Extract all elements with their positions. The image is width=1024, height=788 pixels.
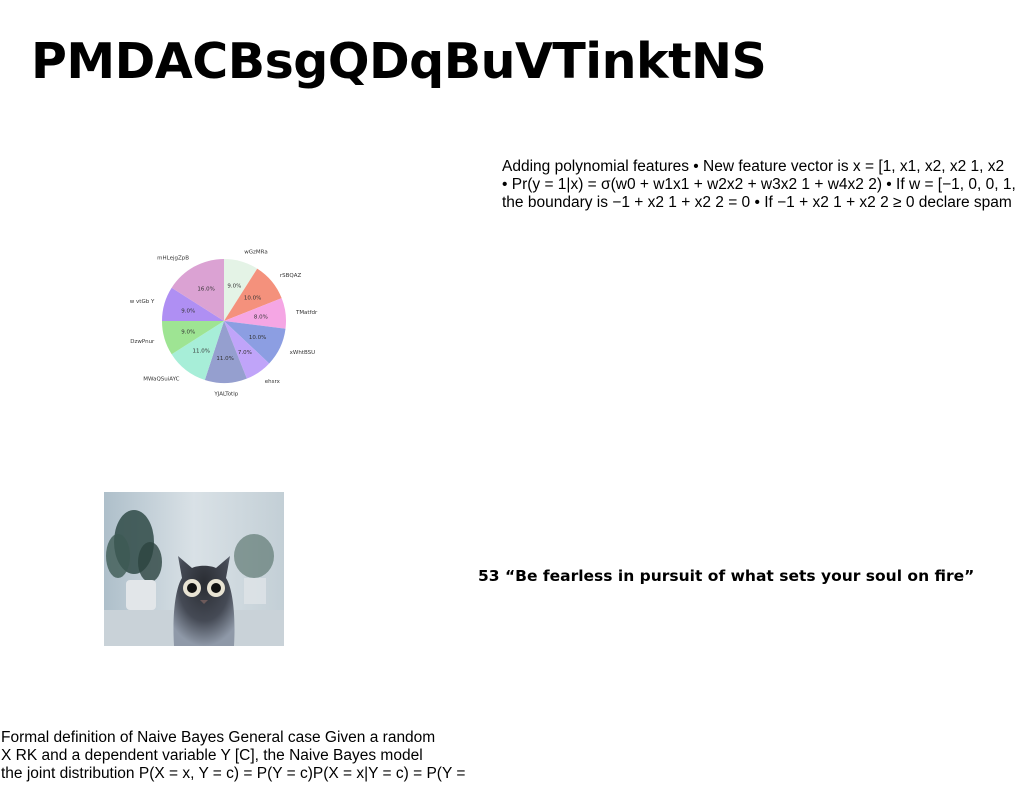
text-line: • Pr(y = 1|x) = σ(w0 + w1x1 + w2x2 + w3x…: [502, 176, 1016, 193]
pie-pct-label: 10.0%: [249, 335, 266, 341]
pie-chart: 9.0% wGzMRa 10.0% rSBQAZ 8.0% TMatfdr 10.0% xWh…: [120, 225, 330, 425]
pie-pct-label: 10.0%: [244, 295, 261, 301]
text-line: X RK and a dependent variable Y [C], the…: [1, 747, 423, 764]
pie-category-label: w vtGb Y: [130, 299, 155, 305]
cat-photo-image: [104, 492, 284, 646]
pie-category-label: ehsrx: [265, 379, 281, 385]
page-title: PMDACBsgQDqBuVTinktNS: [31, 33, 767, 90]
pie-chart-svg: 9.0% wGzMRa 10.0% rSBQAZ 8.0% TMatfdr 10.0% xWh…: [130, 249, 318, 398]
text-line: Formal definition of Naive Bayes General…: [1, 729, 436, 746]
pie-pct-label: 9.0%: [181, 309, 195, 315]
pie-pct-label: 8.0%: [254, 314, 268, 320]
text-line: the boundary is −1 + x2 1 + x2 2 = 0 • I…: [502, 194, 1012, 211]
quote-text: 53 “Be fearless in pursuit of what sets …: [478, 567, 975, 585]
pie-category-label: wGzMRa: [244, 249, 267, 255]
pie-category-label: DzwPnur: [130, 339, 155, 345]
pie-category-label: MWaQSuiAYC: [143, 376, 179, 382]
pie-pct-label: 11.0%: [216, 356, 233, 362]
pie-category-label: xWhtBSU: [290, 350, 316, 356]
pie-category-label: mHLejgZpB: [157, 255, 189, 261]
pie-pct-label: 7.0%: [238, 350, 252, 356]
polynomial-features-text: Adding polynomial features • New feature…: [502, 158, 1024, 212]
pie-category-label: rSBQAZ: [280, 273, 302, 279]
naive-bayes-text: Formal definition of Naive Bayes General…: [1, 729, 481, 783]
pie-pct-label: 9.0%: [181, 329, 195, 335]
cat-photo: [104, 492, 284, 646]
text-line: the joint distribution P(X = x, Y = c) =…: [1, 765, 466, 782]
pie-pct-label: 9.0%: [227, 283, 241, 289]
text-line: Adding polynomial features • New feature…: [502, 158, 1005, 175]
pie-category-label: YJALTotlp: [213, 392, 238, 398]
pie-category-label: TMatfdr: [295, 310, 318, 316]
pie-pct-label: 11.0%: [192, 348, 209, 354]
pie-pct-label: 16.0%: [197, 286, 214, 292]
